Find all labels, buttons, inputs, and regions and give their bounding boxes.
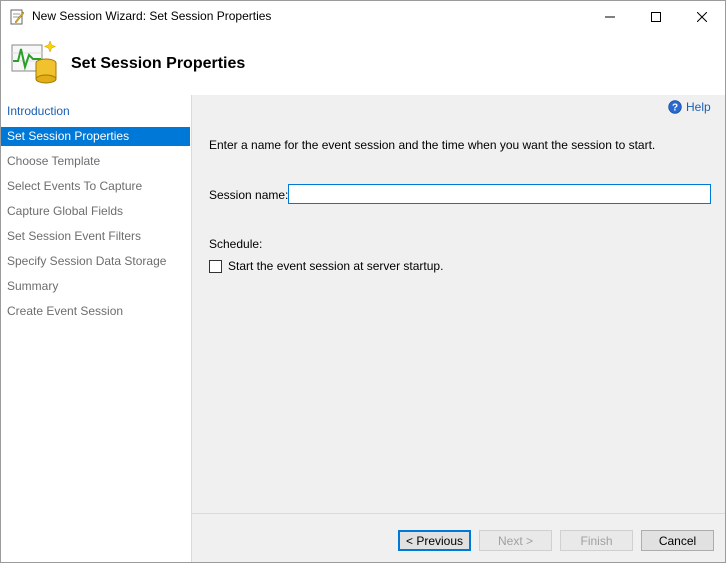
maximize-button[interactable] [633,1,679,32]
startup-checkbox[interactable] [209,259,222,273]
step-set-session-properties[interactable]: Set Session Properties [1,127,190,146]
finish-button[interactable]: Finish [560,530,633,551]
maximize-icon [651,11,661,22]
startup-checkbox-label[interactable]: Start the event session at server startu… [228,259,443,273]
step-data-storage: Specify Session Data Storage [7,254,167,268]
next-button[interactable]: Next > [479,530,552,551]
cancel-button[interactable]: Cancel [641,530,714,551]
session-name-label: Session name: [209,188,289,202]
session-name-input[interactable] [288,184,711,204]
wizard-content: ? Help Enter a name for the event sessio… [192,95,725,562]
wizard-app-icon [10,9,25,25]
step-create-event-session: Create Event Session [7,304,124,318]
close-icon [697,11,707,22]
previous-button[interactable]: < Previous [398,530,471,551]
close-button[interactable] [679,1,725,32]
instruction-text: Enter a name for the event session and t… [209,138,656,152]
help-icon: ? [668,100,682,114]
startup-checkbox-row[interactable]: Start the event session at server startu… [209,259,443,273]
window-title: New Session Wizard: Set Session Properti… [32,9,272,23]
title-bar: New Session Wizard: Set Session Properti… [1,1,725,32]
step-select-events: Select Events To Capture [7,179,143,193]
help-label: Help [686,100,711,114]
minimize-button[interactable] [587,1,633,32]
step-capture-global-fields: Capture Global Fields [7,204,124,218]
event-session-icon [11,40,57,84]
step-choose-template: Choose Template [7,154,101,168]
help-link[interactable]: ? Help [668,100,711,114]
wizard-header: Set Session Properties [1,32,725,95]
page-title: Set Session Properties [71,55,246,72]
minimize-icon [605,16,615,17]
footer-divider [192,513,725,514]
step-introduction[interactable]: Introduction [1,102,190,121]
step-session-event-filters: Set Session Event Filters [7,229,142,243]
svg-text:?: ? [672,103,678,114]
step-summary: Summary [7,279,59,293]
wizard-window: New Session Wizard: Set Session Properti… [0,0,726,563]
wizard-step-list: Introduction Set Session Properties Choo… [1,95,192,562]
schedule-label: Schedule: [209,237,263,251]
